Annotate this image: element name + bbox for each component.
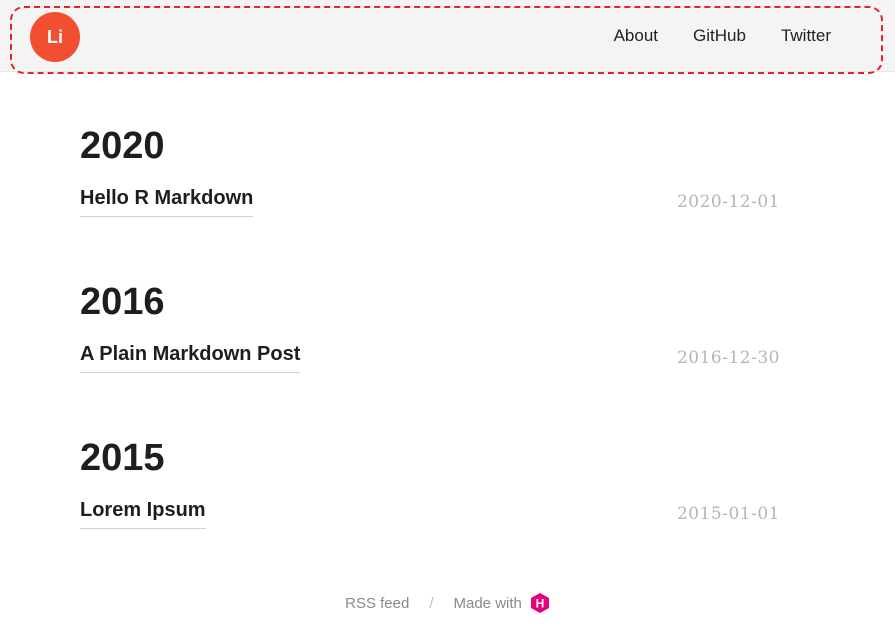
list-item: Hello R Markdown 2020-12-01 xyxy=(80,172,780,276)
post-title-link[interactable]: A Plain Markdown Post xyxy=(80,342,301,373)
hugo-icon[interactable]: H xyxy=(530,592,550,614)
year-heading: 2016 xyxy=(80,281,165,323)
footer-separator: / xyxy=(429,594,434,612)
post-date: 2015-01-01 xyxy=(676,504,780,524)
post-date: 2020-12-01 xyxy=(676,192,780,212)
site-logo[interactable]: Li xyxy=(30,12,80,62)
post-title-link[interactable]: Hello R Markdown xyxy=(80,186,254,217)
nav-link-about[interactable]: About xyxy=(614,24,658,48)
post-date: 2016-12-30 xyxy=(676,348,780,368)
site-footer: RSS feed / Made with H xyxy=(0,592,895,614)
rss-feed-link[interactable]: RSS feed xyxy=(345,595,409,612)
list-item: A Plain Markdown Post 2016-12-30 xyxy=(80,328,780,432)
year-group-2015: 2015 Lorem Ipsum 2015-01-01 xyxy=(80,432,780,588)
post-title-link[interactable]: Lorem Ipsum xyxy=(80,498,206,529)
post-archive: 2020 Hello R Markdown 2020-12-01 2016 A … xyxy=(80,120,780,588)
main-nav: About GitHub Twitter xyxy=(579,24,831,48)
site-header: Li About GitHub Twitter xyxy=(0,0,895,72)
year-group-2016: 2016 A Plain Markdown Post 2016-12-30 xyxy=(80,276,780,432)
year-group-2020: 2020 Hello R Markdown 2020-12-01 xyxy=(80,120,780,276)
nav-link-twitter[interactable]: Twitter xyxy=(781,24,831,48)
made-with-label: Made with xyxy=(453,594,522,612)
nav-link-github[interactable]: GitHub xyxy=(693,24,746,48)
year-heading: 2020 xyxy=(80,125,165,167)
hugo-icon-letter: H xyxy=(536,597,545,611)
list-item: Lorem Ipsum 2015-01-01 xyxy=(80,484,780,588)
year-heading: 2015 xyxy=(80,437,165,479)
